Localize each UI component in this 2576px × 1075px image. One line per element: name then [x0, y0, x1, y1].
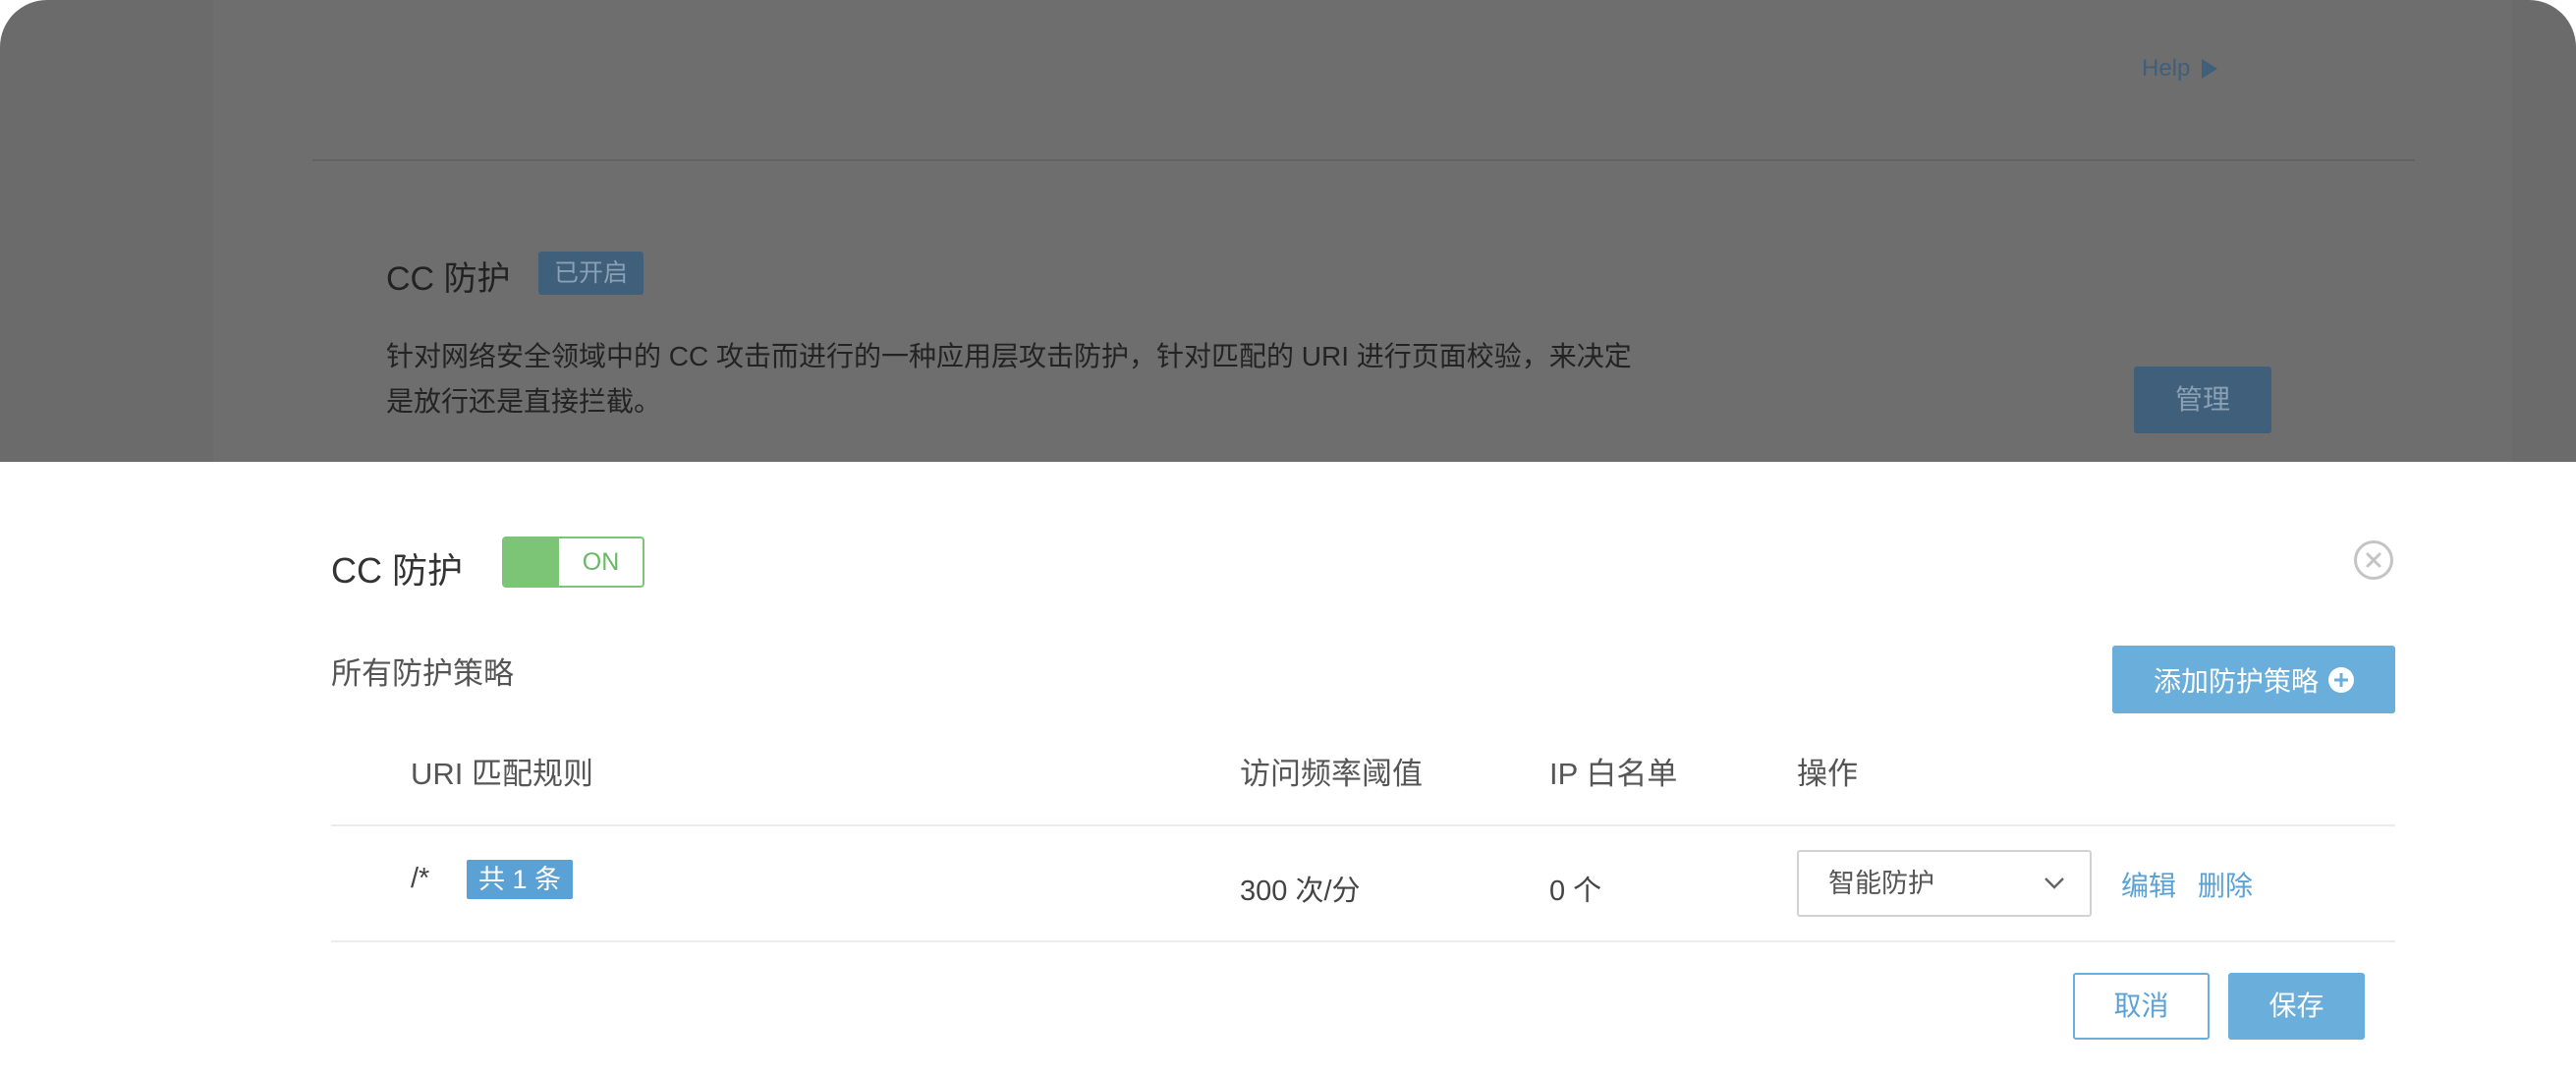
all-policies-label: 所有防护策略 — [331, 656, 514, 691]
table-header-divider — [331, 824, 2395, 826]
description-line-2: 是放行还是直接拦截。 — [386, 386, 662, 417]
column-header-uri: URI 匹配规则 — [411, 757, 593, 791]
protection-mode-select[interactable]: 智能防护 — [1797, 850, 2092, 917]
header-divider — [312, 159, 2415, 161]
uri-pattern: /* — [411, 863, 430, 894]
column-header-whitelist: IP 白名单 — [1549, 757, 1678, 791]
delete-link[interactable]: 删除 — [2198, 865, 2253, 904]
manage-button[interactable]: 管理 — [2134, 367, 2271, 433]
help-link[interactable]: Help — [2142, 55, 2218, 83]
toggle-state-label: ON — [582, 548, 620, 576]
plus-circle-icon — [2328, 666, 2354, 693]
toggle-knob — [504, 538, 559, 586]
panel-title: CC 防护 — [331, 550, 463, 591]
status-badge: 已开启 — [538, 252, 644, 295]
whitelist-count: 0 个 — [1549, 876, 1602, 907]
add-policy-label: 添加防护策略 — [2153, 665, 2319, 697]
background-page: Help CC 防护 已开启 针对网络安全领域中的 CC 攻击而进行的一种应用层… — [0, 0, 2576, 462]
save-button[interactable]: 保存 — [2228, 973, 2365, 1040]
play-icon — [2202, 59, 2218, 79]
protection-mode-value: 智能防护 — [1828, 869, 1934, 898]
close-button[interactable] — [2354, 540, 2393, 580]
cc-protection-panel: CC 防护 ON 所有防护策略 添加防护策略 URI 匹配规则 访问频率阈值 I… — [0, 462, 2576, 1075]
cancel-button[interactable]: 取消 — [2073, 973, 2210, 1040]
background-content: Help CC 防护 已开启 针对网络安全领域中的 CC 攻击而进行的一种应用层… — [213, 0, 2512, 462]
cc-protection-title: CC 防护 — [386, 260, 511, 298]
threshold-value: 300 次/分 — [1240, 876, 1361, 907]
column-header-actions: 操作 — [1797, 757, 1858, 791]
rule-count-badge[interactable]: 共 1 条 — [467, 860, 574, 899]
table-row-divider — [331, 940, 2395, 942]
add-policy-button[interactable]: 添加防护策略 — [2112, 646, 2395, 713]
chevron-down-icon — [2044, 877, 2064, 889]
cc-protection-toggle[interactable]: ON — [502, 537, 644, 588]
close-icon — [2366, 552, 2381, 568]
help-label: Help — [2142, 55, 2191, 82]
cc-protection-description: 针对网络安全领域中的 CC 攻击而进行的一种应用层攻击防护，针对匹配的 URI … — [386, 334, 1742, 424]
column-header-threshold: 访问频率阈值 — [1240, 757, 1423, 791]
description-line-1: 针对网络安全领域中的 CC 攻击而进行的一种应用层攻击防护，针对匹配的 URI … — [386, 341, 1632, 371]
edit-link[interactable]: 编辑 — [2121, 865, 2176, 904]
